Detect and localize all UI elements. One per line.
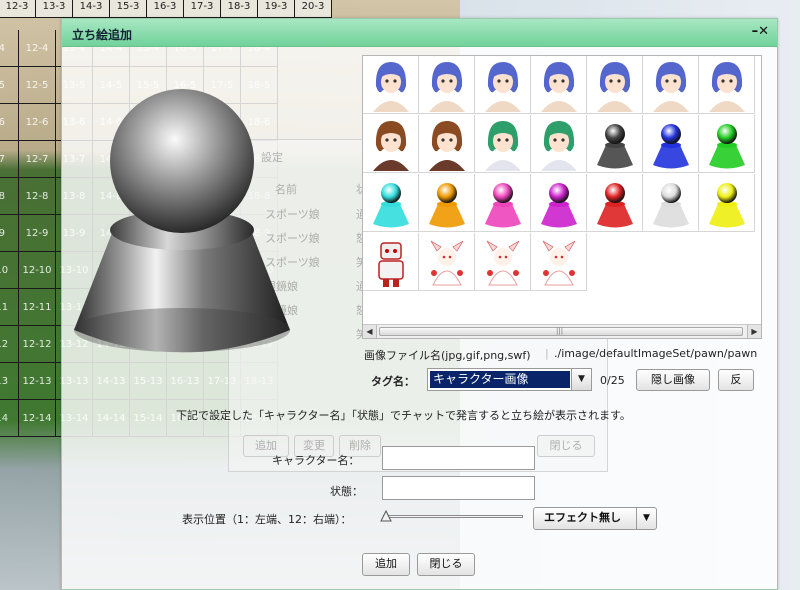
map-cell[interactable]: -7 <box>0 141 19 178</box>
map-cell[interactable]: 12-10 <box>19 252 56 289</box>
map-cell[interactable]: 12-9 <box>19 215 56 252</box>
file-name-divider: | <box>545 347 549 360</box>
character-thumbnail[interactable] <box>363 56 419 114</box>
map-cell[interactable]: -13 <box>0 363 19 400</box>
fairy-thumbnail[interactable] <box>475 233 531 291</box>
instruction-text: 下記で設定した「キャラクター名」「状態」でチャットで発言すると立ち絵が表示されま… <box>176 409 631 422</box>
state-input[interactable] <box>382 476 535 500</box>
flip-button[interactable]: 反 <box>718 369 754 391</box>
scroll-right-icon[interactable]: ▶ <box>747 325 761 338</box>
map-cell[interactable]: -4 <box>0 30 19 67</box>
pawn-thumbnail[interactable] <box>699 174 755 232</box>
map-cell[interactable]: -11 <box>0 289 19 326</box>
close-button[interactable]: 閉じる <box>417 553 475 576</box>
map-cell[interactable]: -14 <box>0 400 19 437</box>
character-name-label: キャラクター名： <box>272 454 360 467</box>
tag-name-selected-value: キャラクター画像 <box>430 371 570 388</box>
character-thumbnail[interactable] <box>475 56 531 114</box>
map-cell[interactable]: 13-3 <box>36 0 73 18</box>
map-cell[interactable]: 14-3 <box>73 0 110 18</box>
character-thumbnail[interactable] <box>699 56 755 114</box>
map-cell[interactable]: 12-11 <box>19 289 56 326</box>
map-cell[interactable]: 12-4 <box>19 30 56 67</box>
scrollbar-thumb[interactable]: ||| <box>379 327 743 336</box>
character-thumbnail[interactable] <box>363 115 419 173</box>
pawn-thumbnail[interactable] <box>363 174 419 232</box>
map-cell[interactable]: -9 <box>0 215 19 252</box>
pawn-thumbnail[interactable] <box>531 174 587 232</box>
character-thumbnail[interactable] <box>531 56 587 114</box>
character-thumbnail[interactable] <box>475 115 531 173</box>
map-cell[interactable]: -12 <box>0 326 19 363</box>
window-controls-icon[interactable]: –✕ <box>752 24 769 39</box>
pawn-thumbnail[interactable] <box>419 174 475 232</box>
character-thumbnail[interactable] <box>643 56 699 114</box>
pawn-thumbnail[interactable] <box>475 174 531 232</box>
map-cell[interactable]: -6 <box>0 104 19 141</box>
map-cell[interactable]: 20-3 <box>295 0 332 18</box>
display-position-slider-handle-icon[interactable] <box>380 510 392 522</box>
tag-count: 0/25 <box>600 374 625 387</box>
effect-dropdown-arrow-icon[interactable]: ▼ <box>636 508 656 529</box>
display-position-slider-track[interactable] <box>383 515 523 518</box>
map-cell[interactable]: 12-14 <box>19 400 56 437</box>
image-selection-grid[interactable]: ◀ ||| ▶ <box>362 55 762 339</box>
map-cell[interactable]: -5 <box>0 67 19 104</box>
dialog-titlebar[interactable]: 立ち絵追加 –✕ <box>62 19 777 47</box>
map-cell[interactable]: -8 <box>0 178 19 215</box>
map-cell[interactable]: 18-3 <box>221 0 258 18</box>
map-cell[interactable]: 19-3 <box>258 0 295 18</box>
effect-selected-value: エフェクト無し <box>544 511 621 524</box>
tag-name-label: タグ名： <box>371 375 415 388</box>
map-cell[interactable]: 17-3 <box>184 0 221 18</box>
ghost-button: 閉じる <box>537 435 595 457</box>
map-cell[interactable]: 12-3 <box>0 0 36 18</box>
character-thumbnail[interactable] <box>419 115 475 173</box>
map-cell[interactable]: 12-13 <box>19 363 56 400</box>
map-cell[interactable]: 12-5 <box>19 67 56 104</box>
map-cell[interactable]: 12-6 <box>19 104 56 141</box>
hide-image-button[interactable]: 隠し画像 <box>636 369 710 391</box>
state-label: 状態： <box>330 485 363 498</box>
map-cell[interactable]: 15-3 <box>110 0 147 18</box>
horizontal-scrollbar[interactable]: ◀ ||| ▶ <box>363 324 761 338</box>
character-thumbnail[interactable] <box>419 56 475 114</box>
pawn-preview-image <box>74 89 290 353</box>
dialog-title: 立ち絵追加 <box>72 28 133 42</box>
pawn-thumbnail[interactable] <box>643 115 699 173</box>
tag-dropdown-arrow-icon[interactable]: ▼ <box>571 369 591 390</box>
map-cell[interactable]: 16-3 <box>147 0 184 18</box>
map-cell[interactable]: 12-12 <box>19 326 56 363</box>
map-cell[interactable]: -10 <box>0 252 19 289</box>
scrollbar-grip-icon: ||| <box>556 327 564 335</box>
add-button[interactable]: 追加 <box>362 553 410 576</box>
fairy-thumbnail[interactable] <box>419 233 475 291</box>
character-thumbnail[interactable] <box>531 115 587 173</box>
file-path-value[interactable]: ./image/defaultImageSet/pawn/pawn <box>554 347 760 360</box>
pawn-thumbnail[interactable] <box>587 174 643 232</box>
pawn-thumbnail[interactable] <box>699 115 755 173</box>
tag-name-select[interactable]: キャラクター画像 ▼ <box>427 368 592 391</box>
scroll-left-icon[interactable]: ◀ <box>363 325 377 338</box>
robot-thumbnail[interactable] <box>363 233 419 291</box>
file-name-label: 画像ファイル名(jpg,gif,png,swf) <box>364 349 531 362</box>
display-position-label: 表示位置（1：左端、12：右端）： <box>182 513 352 526</box>
character-name-input[interactable] <box>382 446 535 470</box>
map-cell[interactable]: 12-7 <box>19 141 56 178</box>
pawn-thumbnail[interactable] <box>643 174 699 232</box>
pawn-thumbnail[interactable] <box>587 115 643 173</box>
map-cell[interactable]: 12-8 <box>19 178 56 215</box>
character-thumbnail[interactable] <box>587 56 643 114</box>
fairy-thumbnail[interactable] <box>531 233 587 291</box>
effect-select[interactable]: エフェクト無し ▼ <box>533 507 657 530</box>
